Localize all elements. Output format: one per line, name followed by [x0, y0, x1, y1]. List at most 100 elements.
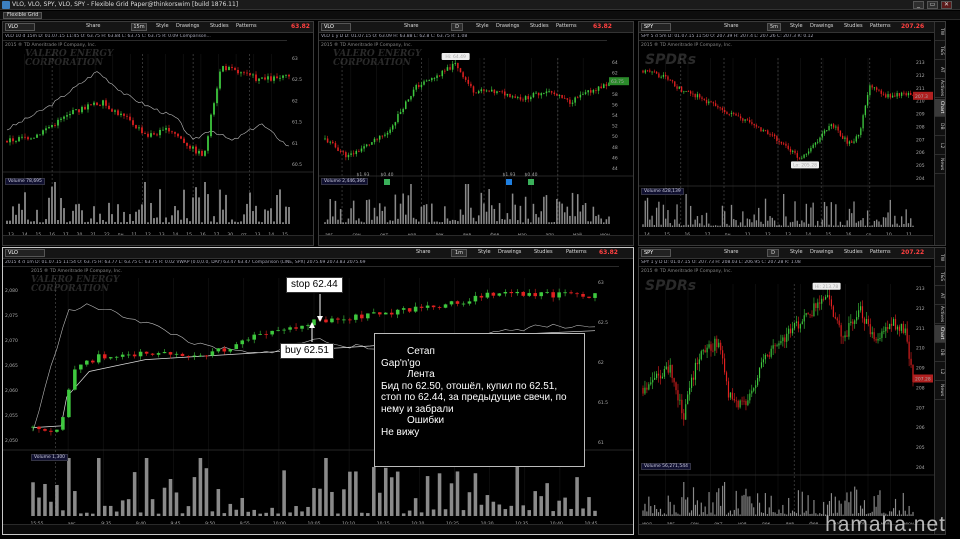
drawings-button[interactable]: Drawings — [497, 249, 522, 257]
drawings-button[interactable]: Drawings — [809, 249, 834, 257]
volume-bar — [261, 222, 263, 224]
aggregation-selector[interactable]: D — [767, 249, 779, 257]
chart-info-line: VLO 10 d 15m D: 01.07.15 11:45 O: 63.75 … — [3, 34, 287, 41]
candle — [55, 429, 59, 432]
symbol-input[interactable]: VLO — [321, 23, 351, 31]
candle — [511, 96, 514, 98]
side-tab-actives[interactable]: Actives — [935, 306, 945, 324]
symbol-input[interactable]: SPY — [641, 249, 671, 257]
style-button[interactable]: Style — [155, 23, 170, 31]
candle — [399, 112, 402, 114]
share-button[interactable]: Share — [85, 23, 101, 31]
share-button[interactable]: Share — [723, 23, 739, 31]
volume-bar — [887, 212, 889, 227]
aggregation-selector[interactable]: 1m — [451, 249, 467, 257]
side-tab-l2[interactable]: L2 — [935, 363, 945, 381]
errors-heading: Ошибки — [407, 415, 445, 426]
studies-button[interactable]: Studies — [843, 23, 864, 31]
side-tab-at[interactable]: AT — [935, 287, 945, 305]
drawings-button[interactable]: Drawings — [175, 23, 200, 31]
candle — [705, 99, 708, 104]
volume-bar — [168, 479, 173, 516]
price-volume-chart[interactable]: 6362.56261.56160.51314151617202122пн1112… — [3, 42, 314, 237]
volume-bar — [216, 489, 221, 516]
patterns-button[interactable]: Patterns — [565, 249, 588, 257]
candle — [433, 77, 436, 79]
style-button[interactable]: Style — [789, 23, 804, 31]
candle — [683, 91, 685, 93]
bottom-strip — [3, 524, 633, 534]
patterns-button[interactable]: Patterns — [869, 23, 892, 31]
side-tab-at[interactable]: AT — [935, 61, 945, 79]
candle — [39, 134, 41, 136]
minimize-button[interactable]: _ — [913, 1, 924, 9]
share-button[interactable]: Share — [403, 23, 419, 31]
volume-bar — [521, 505, 526, 516]
drawings-button[interactable]: Drawings — [495, 23, 520, 31]
side-tab-news[interactable]: News — [935, 156, 945, 174]
share-button[interactable]: Share — [415, 249, 431, 257]
volume-bar — [347, 218, 350, 224]
side-tab-l2[interactable]: L2 — [935, 137, 945, 155]
volume-bar — [132, 472, 137, 516]
side-tab-actives[interactable]: Actives — [935, 80, 945, 98]
side-tab-chart[interactable]: Chart — [935, 99, 945, 117]
price-volume-chart[interactable]: 21321221121020920820720620520414151617пн… — [639, 42, 935, 237]
candle — [730, 112, 733, 114]
volume-bar — [650, 506, 652, 516]
symbol-input[interactable]: VLO — [5, 23, 35, 31]
candle — [490, 89, 493, 92]
volume-bar — [480, 192, 483, 224]
side-tab-news[interactable]: News — [935, 382, 945, 400]
candle — [91, 360, 95, 363]
volume-bar — [778, 509, 780, 516]
candle — [671, 80, 674, 82]
side-tab-tw[interactable]: TW — [935, 249, 945, 267]
volume-bar — [764, 493, 766, 516]
patterns-button[interactable]: Patterns — [869, 249, 892, 257]
price-volume-chart[interactable]: 213212211210209208207206205204июлавгсено… — [639, 268, 935, 526]
site-watermark: hamaha.net — [825, 513, 946, 536]
style-button[interactable]: Style — [789, 249, 804, 257]
side-tab-tw[interactable]: TW — [935, 23, 945, 41]
candle — [828, 126, 830, 131]
symbol-input[interactable]: VLO — [5, 249, 45, 257]
style-button[interactable]: Style — [475, 23, 490, 31]
side-tab-db[interactable]: DB — [935, 118, 945, 136]
candle — [514, 96, 516, 98]
symbol-input[interactable]: SPY — [641, 23, 671, 31]
style-button[interactable]: Style — [477, 249, 492, 257]
patterns-button[interactable]: Patterns — [555, 23, 578, 31]
candle — [690, 377, 693, 388]
aggregation-selector[interactable]: 15m — [131, 23, 147, 31]
candle — [667, 366, 669, 373]
volume-bar — [855, 222, 857, 227]
studies-button[interactable]: Studies — [843, 249, 864, 257]
candle — [363, 146, 365, 149]
side-tab-ts[interactable]: T&S — [935, 42, 945, 60]
volume-bar — [120, 500, 125, 516]
share-button[interactable]: Share — [723, 249, 739, 257]
side-tab-db[interactable]: DB — [935, 344, 945, 362]
patterns-button[interactable]: Patterns — [235, 23, 258, 31]
layout-tab-flexible-grid[interactable]: Flexible Grid — [3, 12, 43, 19]
studies-button[interactable]: Studies — [533, 249, 554, 257]
side-tab-ts[interactable]: T&S — [935, 268, 945, 286]
candle — [866, 95, 869, 106]
candle — [63, 116, 65, 119]
candle — [395, 309, 400, 315]
volume-bar — [543, 196, 545, 224]
studies-button[interactable]: Studies — [209, 23, 230, 31]
studies-button[interactable]: Studies — [529, 23, 550, 31]
volume-bar — [511, 193, 514, 224]
close-button[interactable]: ✕ — [941, 1, 952, 9]
price-volume-chart[interactable]: 6462605856545250484644авгсеноктноядекянв… — [319, 42, 634, 237]
candle — [834, 316, 836, 319]
maximize-button[interactable]: ▭ — [927, 1, 938, 9]
aggregation-selector[interactable]: D — [451, 23, 463, 31]
side-tab-chart[interactable]: Chart — [935, 325, 945, 343]
candle — [252, 334, 256, 340]
drawings-button[interactable]: Drawings — [809, 23, 834, 31]
aggregation-selector[interactable]: 5m — [767, 23, 781, 31]
volume-bar — [558, 201, 561, 224]
